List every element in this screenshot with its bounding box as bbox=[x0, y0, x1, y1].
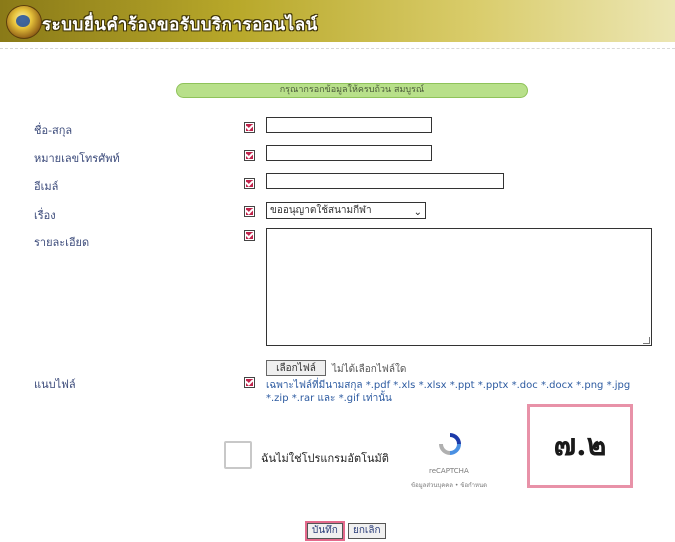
captcha-checkbox[interactable] bbox=[224, 441, 252, 469]
page-title: ระบบยื่นคำร้องขอรับบริการออนไลน์ bbox=[42, 15, 318, 35]
email-label: อีเมล์ bbox=[34, 180, 59, 193]
detail-label: รายละเอียด bbox=[34, 236, 90, 249]
recaptcha-brand: reCAPTCHA bbox=[429, 467, 469, 475]
recaptcha-links[interactable]: ข้อมูลส่วนบุคคล • ข้อกำหนด bbox=[411, 480, 487, 490]
save-button[interactable]: บันทึก bbox=[305, 521, 345, 541]
required-check-icon bbox=[244, 150, 255, 161]
file-type-help: เฉพาะไฟล์ที่มีนามสกุล *.pdf *.xls *.xlsx… bbox=[266, 380, 631, 404]
email-input[interactable] bbox=[266, 173, 504, 189]
subject-select-value: ขออนุญาตใช้สนามกีฬา bbox=[270, 205, 372, 216]
name-input[interactable] bbox=[266, 117, 432, 133]
file-status-text: ไม่ได้เลือกไฟล์ใด bbox=[332, 364, 407, 375]
divider bbox=[0, 48, 675, 49]
subject-select[interactable]: ขออนุญาตใช้สนามกีฬา ⌄ bbox=[266, 202, 426, 219]
required-check-icon bbox=[244, 230, 255, 241]
required-check-icon bbox=[244, 122, 255, 133]
resize-handle-icon[interactable] bbox=[643, 337, 650, 344]
subject-label: เรื่อง bbox=[34, 209, 56, 222]
emblem-logo-icon bbox=[6, 5, 42, 39]
phone-input[interactable] bbox=[266, 145, 432, 161]
captcha-label: ฉันไม่ใช่โปรแกรมอัตโนมัติ bbox=[261, 452, 389, 465]
cancel-button[interactable]: ยกเลิก bbox=[348, 523, 386, 539]
choose-file-button[interactable]: เลือกไฟล์ bbox=[266, 360, 326, 376]
required-check-icon bbox=[244, 377, 255, 388]
app-header: ระบบยื่นคำร้องขอรับบริการออนไลน์ bbox=[0, 0, 675, 42]
attach-label: แนบไฟล์ bbox=[34, 378, 76, 391]
phone-label: หมายเลขโทรศัพท์ bbox=[34, 152, 120, 165]
required-check-icon bbox=[244, 206, 255, 217]
recaptcha-icon bbox=[439, 433, 461, 455]
chevron-down-icon: ⌄ bbox=[413, 207, 422, 218]
required-check-icon bbox=[244, 178, 255, 189]
name-label: ชื่อ-สกุล bbox=[34, 124, 73, 137]
instruction-banner: กรุณากรอกข้อมูลให้ครบถ้วน สมบูรณ์ bbox=[176, 83, 528, 98]
annotation-label: ๗.๒ bbox=[527, 404, 633, 488]
detail-textarea[interactable] bbox=[266, 228, 652, 346]
